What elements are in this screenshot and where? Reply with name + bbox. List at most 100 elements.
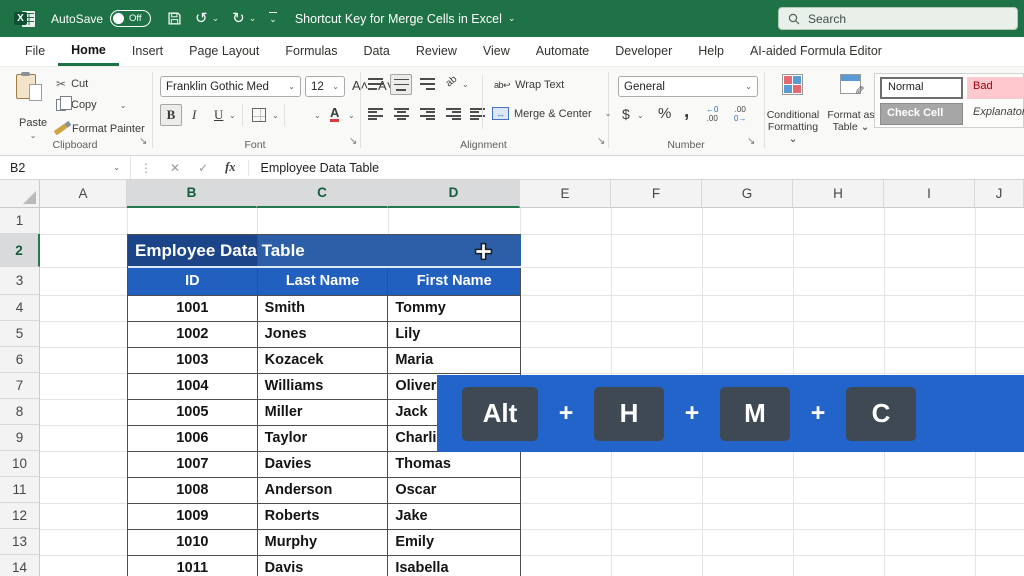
currency-chevron-icon[interactable]: ⌄ — [637, 111, 644, 120]
tab-home[interactable]: Home — [58, 37, 119, 66]
tab-data[interactable]: Data — [350, 37, 402, 66]
undo-chevron-icon[interactable]: ⌄ — [212, 11, 220, 26]
fill-color-chevron-icon[interactable]: ⌄ — [314, 111, 321, 120]
font-size-combobox[interactable]: 12 ⌄ — [305, 76, 345, 97]
center-button[interactable] — [394, 108, 409, 120]
cell-last-name[interactable]: Taylor — [258, 426, 389, 452]
row-header-3[interactable]: 3 — [0, 267, 40, 295]
clipboard-dialog-launcher[interactable]: ↘ — [139, 137, 147, 147]
middle-align-button[interactable] — [390, 74, 412, 95]
merge-center-chevron-icon[interactable]: ⌄ — [605, 109, 612, 118]
cell-first-name[interactable]: Isabella — [388, 556, 521, 576]
format-as-table-label[interactable]: Format asTable ⌄ — [824, 109, 878, 133]
copy-chevron-icon[interactable]: ⌄ — [120, 101, 127, 110]
currency-button[interactable]: $ — [622, 106, 630, 122]
row-header-9[interactable]: 9 — [0, 425, 40, 451]
row-header-5[interactable]: 5 — [0, 321, 40, 347]
column-header-e[interactable]: E — [520, 180, 611, 208]
tab-automate[interactable]: Automate — [523, 37, 603, 66]
cell-last-name[interactable]: Williams — [258, 374, 389, 400]
paste-button[interactable] — [16, 74, 36, 99]
style-bad[interactable]: Bad — [967, 77, 1024, 99]
tab-developer[interactable]: Developer — [602, 37, 685, 66]
cell-last-name[interactable]: Davis — [258, 556, 389, 576]
table-header-id[interactable]: ID — [128, 268, 258, 296]
cell-first-name[interactable]: Oscar — [388, 478, 521, 504]
align-right-button[interactable] — [420, 108, 435, 120]
row-header-12[interactable]: 12 — [0, 503, 40, 529]
undo-button[interactable]: ↺ ⌄ — [195, 11, 219, 26]
row-header-13[interactable]: 13 — [0, 529, 40, 555]
decrease-indent-button[interactable] — [446, 108, 461, 120]
cell-id[interactable]: 1010 — [128, 530, 258, 556]
decrease-decimal-button[interactable]: .000→ — [734, 106, 746, 123]
column-header-c[interactable]: C — [257, 180, 388, 208]
tab-insert[interactable]: Insert — [119, 37, 176, 66]
cell-id[interactable]: 1004 — [128, 374, 258, 400]
cell-first-name[interactable]: Emily — [388, 530, 521, 556]
tab-file[interactable]: File — [12, 37, 58, 66]
tab-page-layout[interactable]: Page Layout — [176, 37, 272, 66]
cell-id[interactable]: 1009 — [128, 504, 258, 530]
cell-id[interactable]: 1011 — [128, 556, 258, 576]
percent-button[interactable]: % — [658, 105, 671, 122]
cell-id[interactable]: 1002 — [128, 322, 258, 348]
style-explanatory[interactable]: Explanatory — [967, 103, 1024, 125]
style-normal[interactable]: Normal — [880, 77, 963, 99]
top-align-button[interactable] — [368, 78, 383, 90]
redo-chevron-icon[interactable]: ⌄ — [249, 11, 257, 26]
borders-chevron-icon[interactable]: ⌄ — [272, 111, 279, 120]
cell-last-name[interactable]: Miller — [258, 400, 389, 426]
font-name-combobox[interactable]: Franklin Gothic Med ⌄ — [160, 76, 301, 97]
tab-formulas[interactable]: Formulas — [272, 37, 350, 66]
cell-last-name[interactable]: Anderson — [258, 478, 389, 504]
cut-button[interactable]: ✂ Cut — [56, 77, 88, 91]
column-header-j[interactable]: J — [975, 180, 1024, 208]
table-header-first-name[interactable]: First Name — [388, 268, 521, 296]
select-all-corner[interactable] — [0, 180, 40, 208]
cell-id[interactable]: 1003 — [128, 348, 258, 374]
tab-review[interactable]: Review — [403, 37, 470, 66]
font-dialog-launcher[interactable]: ↘ — [349, 137, 357, 147]
wrap-text-button[interactable]: ab↩ Wrap Text — [494, 79, 564, 91]
cell-last-name[interactable]: Roberts — [258, 504, 389, 530]
number-dialog-launcher[interactable]: ↘ — [747, 137, 755, 147]
cell-first-name[interactable]: Jake — [388, 504, 521, 530]
cell-last-name[interactable]: Kozacek — [258, 348, 389, 374]
worksheet[interactable]: A B C D E F G H I J 1 2 3 4 5 6 7 8 9 10… — [0, 180, 1024, 576]
document-title[interactable]: Shortcut Key for Merge Cells in Excel — [295, 12, 502, 26]
column-header-b[interactable]: B — [127, 180, 257, 208]
table-title-merged-cell[interactable]: Employee Data Table — [128, 235, 521, 268]
column-header-f[interactable]: F — [611, 180, 702, 208]
conditional-formatting-label[interactable]: ConditionalFormatting ⌄ — [764, 109, 822, 145]
column-header-a[interactable]: A — [40, 180, 127, 208]
search-box[interactable]: Search — [778, 7, 1018, 30]
row-header-6[interactable]: 6 — [0, 347, 40, 373]
cell-id[interactable]: 1007 — [128, 452, 258, 478]
orientation-button[interactable]: ab — [444, 74, 460, 90]
document-title-chevron-icon[interactable]: ⌄ — [508, 13, 516, 24]
column-header-d[interactable]: D — [388, 180, 520, 208]
cell-id[interactable]: 1005 — [128, 400, 258, 426]
format-as-table-button[interactable]: ✎ — [840, 74, 861, 94]
save-icon[interactable] — [167, 11, 182, 26]
italic-button[interactable]: I — [192, 107, 196, 123]
orientation-chevron-icon[interactable]: ⌄ — [462, 80, 469, 89]
increase-decimal-button[interactable]: ←0.00 — [706, 106, 718, 123]
tab-ai-formula-editor[interactable]: AI-aided Formula Editor — [737, 37, 895, 66]
bottom-align-button[interactable] — [420, 78, 435, 90]
cell-first-name[interactable]: Lily — [388, 322, 521, 348]
grow-font-button[interactable]: A˄ — [352, 78, 368, 93]
row-header-4[interactable]: 4 — [0, 295, 40, 321]
redo-button[interactable]: ↻ ⌄ — [232, 11, 256, 26]
cell-id[interactable]: 1001 — [128, 296, 258, 322]
cell-first-name[interactable]: Maria — [388, 348, 521, 374]
cell-id[interactable]: 1008 — [128, 478, 258, 504]
font-color-button[interactable]: A — [330, 105, 339, 120]
tab-view[interactable]: View — [470, 37, 523, 66]
cell-first-name[interactable]: Thomas — [388, 452, 521, 478]
cell-last-name[interactable]: Smith — [258, 296, 389, 322]
cancel-icon[interactable]: ✕ — [170, 161, 180, 175]
name-box[interactable]: B2 ⌄ — [0, 156, 131, 179]
style-check-cell[interactable]: Check Cell — [880, 103, 963, 125]
